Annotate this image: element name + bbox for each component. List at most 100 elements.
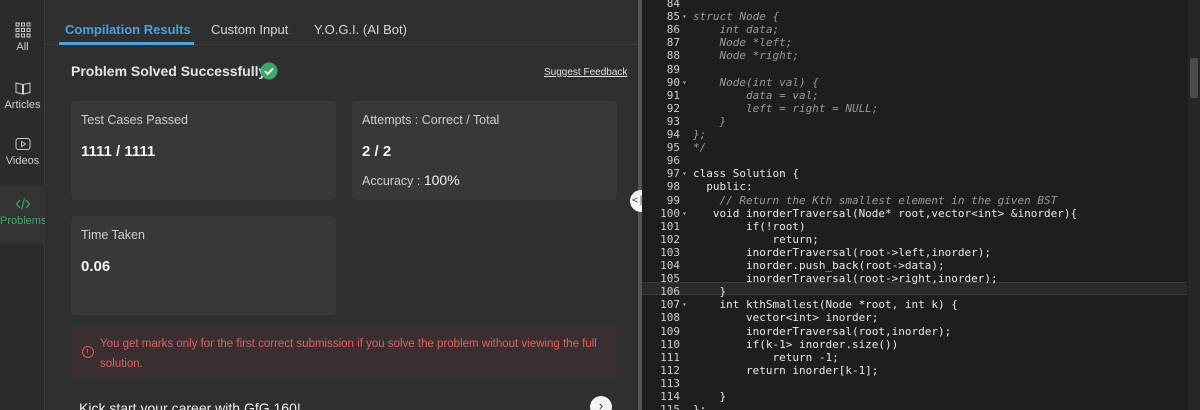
code-editor[interactable]: 84 85 ▾ 86 87 88 89 90 ▾ 91 92 93 94 95 96 97 ▾ 98 99 100 ▾ 1… [642,0,1200,410]
editor-scrollbar[interactable] [1188,0,1200,410]
sidebar-item-articles[interactable]: Articles [0,80,45,122]
code-line[interactable]: }; [693,128,706,141]
line-number: 108 [660,311,680,325]
left-sidebar: All Articles Videos Problems [0,0,47,410]
code-line[interactable]: inorderTraversal(root->left,inorder); [693,246,991,259]
fold-arrow-icon[interactable]: ▾ [682,12,687,21]
warning-icon [82,346,94,358]
result-title: Problem Solved Successfully [71,63,267,79]
line-number: 96 [666,154,680,168]
code-line[interactable]: } [693,390,726,403]
line-number: 94 [666,128,680,141]
line-number: 103 [660,245,680,259]
code-line[interactable]: return inorder[k-1]; [693,364,878,377]
code-line[interactable]: if(k-1> inorder.size()) [693,338,898,351]
line-number: 89 [666,62,680,76]
time-taken-card: Time Taken 0.06 [71,216,336,315]
line-number: 98 [666,180,680,194]
line-number: 91 [666,88,680,102]
code-line[interactable]: int kthSmallest(Node *root, int k) { [693,298,957,311]
warning-text: You get marks only for the first correct… [100,338,597,370]
sidebar-item-videos[interactable]: Videos [0,136,45,178]
code-line[interactable]: Node *left; [693,36,792,49]
promo-text: Kick start your career with GfG 160! [79,400,301,410]
code-line[interactable]: inorderTraversal(root,inorder); [693,325,951,338]
time-taken-value: 0.06 [81,258,111,275]
check-circle-icon [260,62,278,80]
line-number: 102 [660,232,680,246]
chevron-right-icon[interactable]: › [590,396,612,410]
sidebar-item-all[interactable]: All [0,22,45,64]
code-line[interactable]: void inorderTraversal(Node* root,vector<… [693,207,1077,220]
book-icon [15,82,30,95]
line-number: 88 [666,49,680,63]
line-number: 90 [666,75,680,89]
code-line[interactable]: return; [693,233,818,246]
fold-arrow-icon[interactable]: ▾ [682,169,687,178]
time-taken-label: Time Taken [81,228,145,242]
sidebar-item-label: Videos [5,155,40,167]
line-number: 86 [666,23,680,37]
line-number: 114 [660,390,680,403]
test-cases-label: Test Cases Passed [81,113,188,127]
suggest-feedback-link[interactable]: Suggest Feedback [544,67,627,78]
fold-arrow-icon[interactable]: ▾ [682,300,687,309]
code-line[interactable]: } [693,285,726,298]
sidebar-item-problems[interactable]: Problems [0,186,47,244]
line-number: 113 [660,376,680,390]
code-line[interactable]: Node(int val) { [693,76,818,89]
code-line[interactable]: class Solution { [693,167,799,180]
play-icon [15,138,30,150]
sidebar-item-label: All [16,41,29,53]
line-number: 101 [660,219,680,233]
line-number: 99 [666,193,680,207]
scrollbar-thumb[interactable] [1190,58,1198,98]
test-cases-card: Test Cases Passed 1111 / 1111 [71,101,336,200]
tab-yogi-ai-bot[interactable]: Y.O.G.I. (AI Bot) [314,22,407,37]
accuracy-label: Accuracy : [362,174,421,188]
code-line[interactable]: vector<int> inorder; [693,311,878,324]
code-line[interactable]: left = right = NULL; [693,102,878,115]
attempts-card: Attempts : Correct / Total 2 / 2 Accurac… [352,101,617,200]
code-line[interactable]: */ [693,141,706,154]
code-line[interactable]: Node *right; [693,49,798,62]
line-number: 115 [660,403,680,410]
grid-icon [15,22,30,38]
code-line[interactable]: // Return the Kth smallest element in th… [693,194,1057,207]
tab-compilation-results[interactable]: Compilation Results [65,22,191,37]
line-number: 105 [660,272,680,286]
line-number: 112 [660,363,680,377]
line-number: 109 [660,324,680,338]
line-number: 104 [660,259,680,272]
line-number: 110 [660,337,680,351]
line-number: 93 [666,114,680,128]
line-number: 85 [666,10,680,24]
code-line[interactable]: struct Node { [693,10,779,23]
code-line[interactable]: }; [693,403,706,410]
code-line[interactable]: } [693,115,726,128]
line-number-gutter: 84 85 ▾ 86 87 88 89 90 ▾ 91 92 93 94 95 96 97 ▾ 98 99 100 ▾ 1… [642,0,690,410]
line-number: 87 [666,36,680,50]
line-number: 92 [666,101,680,115]
code-line[interactable]: inorderTraversal(root->right,inorder); [693,272,998,285]
code-line[interactable]: int data; [693,23,779,36]
code-line[interactable]: if(!root) [693,220,806,233]
fold-arrow-icon[interactable]: ▾ [682,78,687,87]
code-line[interactable]: data = val; [693,89,819,102]
attempts-label: Attempts : Correct / Total [362,113,500,127]
test-cases-value: 1111 / 1111 [81,143,156,160]
code-line[interactable]: inorder.push_back(root->data); [693,259,945,272]
line-number: 106 [660,285,680,299]
fold-arrow-icon[interactable]: ▾ [682,209,687,218]
line-number: 111 [660,350,680,364]
code-line[interactable]: return -1; [693,351,838,364]
sidebar-item-label: Problems [0,215,47,227]
code-line[interactable]: public: [693,180,752,193]
attempts-value: 2 / 2 [362,143,392,160]
line-number: 97 [666,167,680,181]
tab-custom-input[interactable]: Custom Input [211,22,288,37]
line-number: 107 [660,298,680,312]
tab-bar: Compilation Results Custom Input Y.O.G.I… [45,0,638,45]
line-number: 84 [666,0,680,10]
sidebar-item-label: Articles [4,99,41,111]
